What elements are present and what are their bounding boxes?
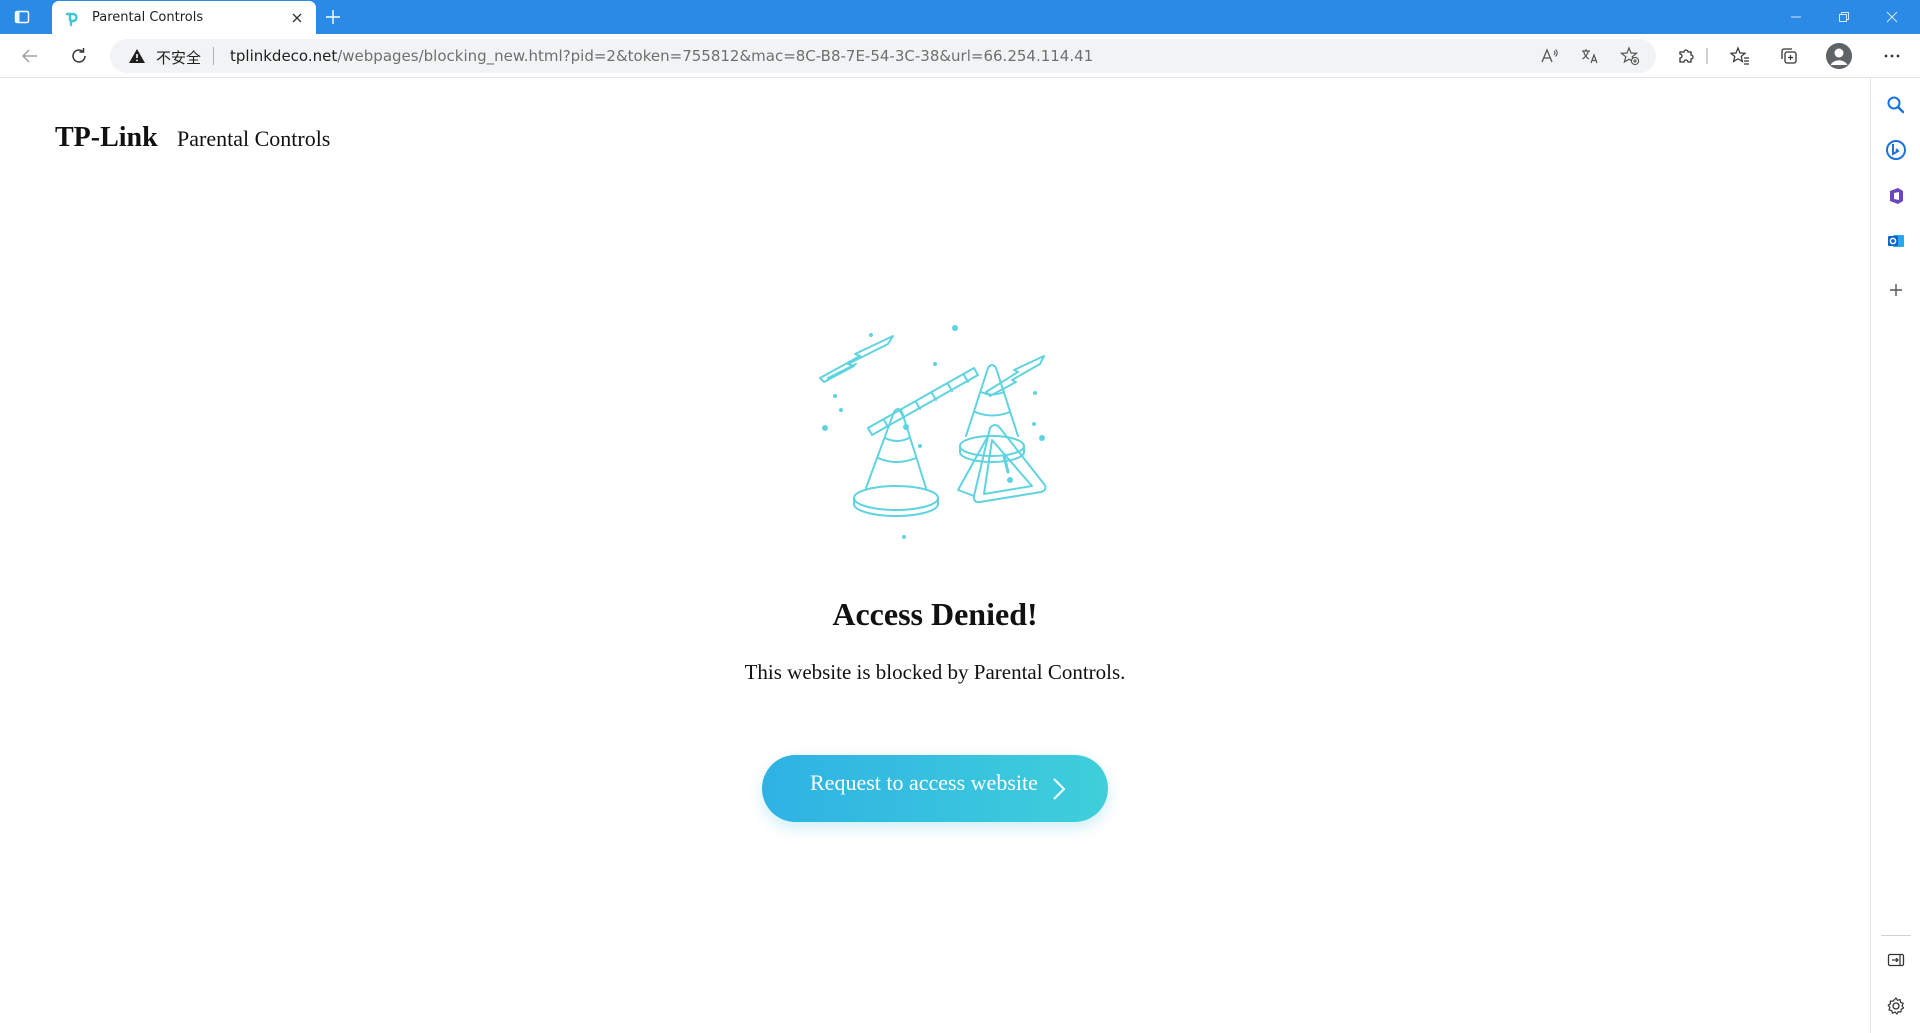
plus-icon: [326, 10, 340, 24]
sidebar-divider: [1881, 935, 1911, 936]
new-tab-button[interactable]: [322, 6, 344, 28]
settings-and-more-button[interactable]: [1878, 42, 1906, 70]
omnibox-divider: [213, 47, 214, 65]
favorites-icon: [1730, 46, 1749, 65]
plus-icon: [1890, 284, 1902, 296]
close-window-button[interactable]: [1864, 0, 1920, 34]
star-add-icon: [1620, 46, 1640, 66]
address-bar[interactable]: 不安全 tplinkdeco.net/webpages/blocking_new…: [110, 39, 1656, 73]
collections-button[interactable]: [1775, 42, 1803, 70]
edge-sidebar: [1870, 78, 1920, 1033]
more-horizontal-icon: [1884, 54, 1900, 58]
translate-icon: [1582, 49, 1598, 64]
page-content: TP-Link Parental Controls Access Denied!…: [0, 78, 1870, 1033]
close-icon: [292, 13, 302, 23]
tab-strip: Parental Controls: [0, 0, 1920, 34]
user-icon: [1826, 43, 1852, 69]
arrow-left-icon: [21, 49, 37, 63]
puzzle-icon: [1679, 49, 1694, 63]
toolbar-divider: [1706, 48, 1708, 64]
read-aloud-button[interactable]: [1538, 44, 1562, 68]
browser-toolbar: 不安全 tplinkdeco.net/webpages/blocking_new…: [0, 34, 1920, 78]
close-tab-button[interactable]: [287, 8, 307, 28]
brand-logo-text: TP-Link: [55, 122, 158, 153]
sidebar-add-button[interactable]: [1884, 278, 1908, 302]
hide-sidebar-icon: [1887, 953, 1905, 967]
close-icon: [1886, 11, 1898, 23]
extensions-button[interactable]: [1672, 42, 1700, 70]
url-text[interactable]: tplinkdeco.net/webpages/blocking_new.htm…: [230, 47, 1093, 65]
sidebar-bing-button[interactable]: [1884, 138, 1908, 162]
blocked-message: This website is blocked by Parental Cont…: [744, 660, 1126, 684]
sidebar-office-button[interactable]: [1884, 184, 1908, 208]
back-button[interactable]: [16, 42, 44, 70]
minimize-icon: [1791, 16, 1801, 18]
tab-actions-menu-button[interactable]: [13, 8, 31, 26]
request-access-label: Request to access website: [810, 770, 1038, 795]
gear-icon: [1887, 997, 1905, 1015]
bing-icon: [1886, 140, 1906, 160]
translate-button[interactable]: [1578, 44, 1602, 68]
warning-triangle-icon: [129, 49, 145, 63]
profile-avatar[interactable]: [1826, 43, 1852, 69]
sidebar-hide-button[interactable]: [1884, 948, 1908, 972]
outlook-icon: [1888, 235, 1904, 247]
chevron-right-icon: [1053, 778, 1066, 800]
sidebar-outlook-button[interactable]: [1884, 229, 1908, 253]
search-icon: [1887, 96, 1905, 114]
brand-subtitle: Parental Controls: [177, 126, 331, 151]
url-path: /webpages/blocking_new.html?pid=2&token=…: [337, 47, 1094, 65]
url-host: tplinkdeco.net: [230, 47, 338, 65]
active-tab[interactable]: Parental Controls: [52, 1, 316, 34]
not-secure-label[interactable]: 不安全: [156, 47, 201, 68]
tab-actions-icon: [14, 10, 30, 24]
sidebar-settings-button[interactable]: [1884, 994, 1908, 1018]
read-aloud-icon: [1541, 48, 1558, 63]
add-favorite-button[interactable]: [1618, 44, 1642, 68]
tab-title: Parental Controls: [92, 10, 204, 25]
tp-link-logo-icon: [65, 12, 78, 27]
favorites-button[interactable]: [1726, 42, 1754, 70]
collections-icon: [1781, 48, 1797, 64]
sidebar-search-button[interactable]: [1884, 93, 1908, 117]
refresh-icon: [72, 48, 86, 63]
refresh-button[interactable]: [65, 42, 93, 70]
request-access-button[interactable]: Request to access website: [762, 755, 1108, 822]
access-denied-heading: Access Denied!: [832, 596, 1038, 632]
office-icon: [1890, 188, 1903, 204]
traffic-cones-warning-illustration: [819, 325, 1047, 539]
restore-icon: [1839, 12, 1849, 22]
